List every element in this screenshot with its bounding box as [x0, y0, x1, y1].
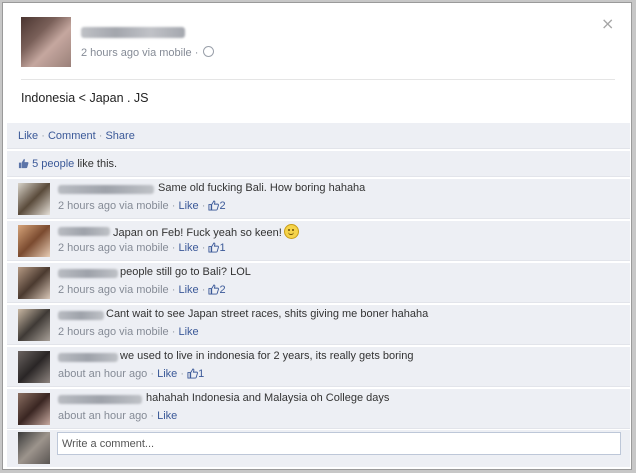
close-icon[interactable]: × — [601, 16, 615, 32]
comment-meta: 2 hours ago via mobile · Like · 2 — [58, 200, 226, 212]
commenter-avatar[interactable] — [18, 393, 50, 425]
thumbs-up-icon — [208, 284, 220, 295]
comment-like-link[interactable]: Like — [178, 284, 198, 296]
comment-item: people still go to Bali? LOL 2 hours ago… — [7, 263, 630, 303]
comment-item: we used to live in indonesia for 2 years… — [7, 347, 630, 387]
comment-meta: 2 hours ago via mobile · Like — [58, 326, 199, 338]
comment-text: people still go to Bali? LOL — [120, 266, 251, 278]
comment-time[interactable]: 2 hours ago via mobile — [58, 284, 169, 296]
meta-separator: · — [201, 284, 206, 296]
poster-avatar[interactable] — [21, 17, 71, 67]
commenter-avatar[interactable] — [18, 351, 50, 383]
post-dialog: × 2 hours ago via mobile · Indonesia < J… — [2, 2, 632, 470]
poster-name-redacted — [81, 27, 185, 38]
actions-separator: · — [98, 130, 103, 142]
comment-item: Japan on Feb! Fuck yeah so keen! 2 hours… — [7, 221, 630, 261]
comment-like-count[interactable]: 1 — [198, 368, 204, 380]
share-link[interactable]: Share — [105, 130, 134, 142]
meta-separator: · — [150, 410, 155, 422]
comment-text: we used to live in indonesia for 2 years… — [120, 350, 414, 362]
comment-meta: about an hour ago · Like · 1 — [58, 368, 204, 380]
comment-like-count[interactable]: 2 — [219, 284, 225, 296]
comment-time[interactable]: 2 hours ago via mobile — [58, 200, 169, 212]
comment-text: Same old fucking Bali. How boring hahaha — [158, 182, 366, 194]
likes-suffix: like this. — [74, 158, 118, 170]
commenter-name-redacted — [58, 311, 104, 320]
likes-count-link[interactable]: 5 people — [32, 158, 74, 170]
comment-time[interactable]: 2 hours ago via mobile — [58, 326, 169, 338]
comment-text-wrap: Japan on Feb! Fuck yeah so keen! — [113, 224, 299, 239]
viewer-avatar — [18, 432, 50, 464]
commenter-name-redacted — [58, 227, 110, 236]
comment-like-link[interactable]: Like — [178, 326, 198, 338]
commenter-avatar[interactable] — [18, 225, 50, 257]
comment-text: Japan on Feb! Fuck yeah so keen! — [113, 227, 282, 239]
comment-text: Cant wait to see Japan street races, shi… — [106, 308, 429, 320]
commenter-avatar[interactable] — [18, 309, 50, 341]
comment-time[interactable]: about an hour ago — [58, 368, 147, 380]
comment-time[interactable]: 2 hours ago via mobile — [58, 242, 169, 254]
commenter-name-redacted — [58, 269, 118, 278]
status-text: Indonesia < Japan . JS — [21, 91, 149, 105]
commenter-avatar[interactable] — [18, 183, 50, 215]
meta-separator: · — [171, 200, 176, 212]
comment-item: hahahah Indonesia and Malaysia oh Colleg… — [7, 389, 630, 429]
comment-text: hahahah Indonesia and Malaysia oh Colleg… — [146, 392, 390, 404]
comment-meta: 2 hours ago via mobile · Like · 2 — [58, 284, 226, 296]
meta-separator: · — [171, 242, 176, 254]
meta-separator: · — [201, 242, 206, 254]
smiley-icon — [283, 224, 299, 239]
comment-like-link[interactable]: Like — [178, 242, 198, 254]
commenter-name-redacted — [58, 185, 154, 194]
comment-meta: 2 hours ago via mobile · Like · 1 — [58, 242, 226, 254]
meta-separator: · — [150, 368, 155, 380]
comment-like-link[interactable]: Like — [157, 368, 177, 380]
comment-link[interactable]: Comment — [48, 130, 96, 142]
comment-like-count[interactable]: 1 — [219, 242, 225, 254]
comment-time[interactable]: about an hour ago — [58, 410, 147, 422]
divider — [21, 79, 615, 80]
commenter-avatar[interactable] — [18, 267, 50, 299]
comment-like-link[interactable]: Like — [157, 410, 177, 422]
meta-separator: · — [201, 200, 206, 212]
meta-separator: · — [171, 284, 176, 296]
post-meta: 2 hours ago via mobile · — [81, 46, 215, 59]
thumbs-up-icon — [208, 200, 220, 211]
comment-like-count[interactable]: 2 — [219, 200, 225, 212]
comment-item: Same old fucking Bali. How boring hahaha… — [7, 179, 630, 219]
comment-like-link[interactable]: Like — [178, 200, 198, 212]
post-actions: Like · Comment · Share — [7, 123, 630, 149]
commenter-name-redacted — [58, 353, 118, 362]
comment-item: Cant wait to see Japan street races, shi… — [7, 305, 630, 345]
thumbs-up-icon — [18, 158, 29, 169]
like-link[interactable]: Like — [18, 130, 38, 142]
comment-meta: about an hour ago · Like — [58, 410, 177, 422]
thumbs-up-icon — [187, 368, 199, 379]
meta-separator: · — [180, 368, 185, 380]
likes-summary: 5 people like this. — [7, 151, 630, 177]
meta-separator: · — [194, 47, 199, 59]
actions-separator: · — [41, 130, 45, 142]
thumbs-up-icon — [208, 242, 220, 253]
globe-icon — [203, 46, 215, 57]
meta-separator: · — [171, 326, 176, 338]
commenter-name-redacted — [58, 395, 142, 404]
comment-input[interactable] — [57, 432, 621, 455]
comment-composer — [7, 430, 630, 467]
post-time[interactable]: 2 hours ago via mobile — [81, 47, 192, 59]
